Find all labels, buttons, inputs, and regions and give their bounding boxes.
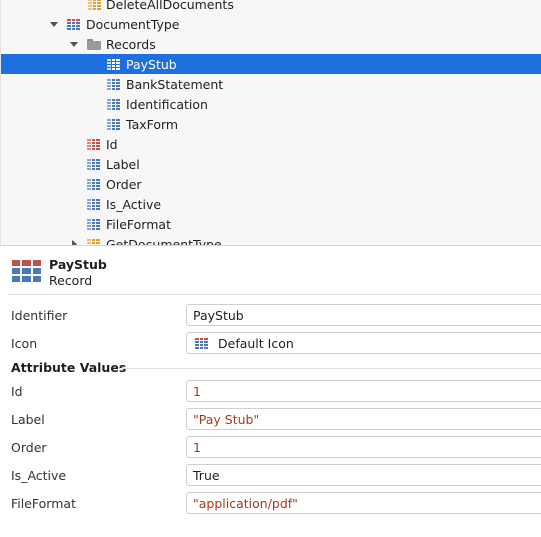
attr-is-active-value: True	[193, 467, 220, 483]
tree-item-identification[interactable]: Identification	[1, 94, 541, 114]
tree-item-label: GetDocumentType	[106, 236, 222, 246]
attr-is-active-field[interactable]: True	[186, 464, 541, 486]
tree-item-id[interactable]: Id	[1, 134, 541, 154]
section-divider	[118, 368, 541, 369]
attribute-icon	[87, 159, 100, 170]
attribute-values-heading: Attribute Values	[11, 360, 127, 375]
attr-label-label: Label	[11, 412, 45, 427]
attr-label-field[interactable]: "Pay Stub"	[186, 408, 541, 430]
tree-item-label-attr[interactable]: Label	[1, 154, 541, 174]
header-divider	[8, 294, 541, 295]
tree-item-label: PayStub	[126, 56, 177, 72]
attr-fileformat-value: "application/pdf"	[193, 495, 298, 511]
attr-label-value: "Pay Stub"	[193, 411, 260, 427]
tree-item-label: BankStatement	[126, 76, 224, 92]
record-icon	[107, 79, 120, 90]
panel-divider[interactable]	[0, 245, 541, 246]
icon-value: Default Icon	[218, 335, 294, 351]
record-icon	[107, 119, 120, 130]
default-icon-icon	[195, 337, 208, 349]
tree-item-deletealldocuments[interactable]: DeleteAllDocuments	[1, 0, 541, 14]
tree-item-label: TaxForm	[126, 116, 179, 132]
record-icon	[107, 99, 120, 110]
tree-item-label: FileFormat	[106, 216, 171, 232]
tree-item-getdocumenttype[interactable]: GetDocumentType	[1, 234, 541, 245]
identifier-field[interactable]: PayStub	[186, 304, 541, 326]
attribute-icon	[87, 179, 100, 190]
attr-order-field[interactable]: 1	[186, 436, 541, 458]
key-attribute-icon	[87, 139, 100, 150]
record-icon	[12, 260, 41, 282]
tree-item-documenttype[interactable]: DocumentType	[1, 14, 541, 34]
chevron-down-icon[interactable]	[49, 19, 59, 29]
tree-item-label: DeleteAllDocuments	[106, 0, 234, 12]
element-title: PayStub	[49, 257, 107, 272]
tree-item-paystub[interactable]: PayStub	[1, 54, 541, 74]
attr-fileformat-field[interactable]: "application/pdf"	[186, 492, 541, 514]
tree-item-label: Order	[106, 176, 142, 192]
tree-item-label: DocumentType	[86, 16, 180, 32]
folder-icon	[87, 39, 101, 50]
attr-id-field[interactable]: 1	[186, 380, 541, 402]
icon-label: Icon	[11, 336, 38, 351]
attribute-icon	[87, 199, 100, 210]
tree-item-label: Identification	[126, 96, 208, 112]
tree-item-label: Label	[106, 156, 140, 172]
module-tree: DeleteAllDocuments DocumentType Records …	[0, 0, 541, 245]
tree-item-fileformat[interactable]: FileFormat	[1, 214, 541, 234]
tree-item-label: Is_Active	[106, 196, 162, 212]
action-icon	[88, 0, 101, 10]
identifier-value: PayStub	[193, 307, 244, 323]
chevron-down-icon[interactable]	[69, 39, 79, 49]
tree-item-bankstatement[interactable]: BankStatement	[1, 74, 541, 94]
tree-item-label: Records	[106, 36, 156, 52]
attr-order-label: Order	[11, 440, 47, 455]
attr-is-active-label: Is_Active	[11, 468, 67, 483]
icon-field[interactable]: Default Icon	[186, 332, 541, 354]
tree-item-label: Id	[106, 136, 118, 152]
identifier-label: Identifier	[11, 308, 68, 323]
attribute-icon	[87, 219, 100, 230]
element-type: Record	[49, 273, 93, 288]
record-icon	[107, 59, 120, 70]
attr-order-value: 1	[193, 439, 201, 455]
tree-item-taxform[interactable]: TaxForm	[1, 114, 541, 134]
tree-item-records[interactable]: Records	[1, 34, 541, 54]
attr-id-label: Id	[11, 384, 23, 399]
tree-item-order[interactable]: Order	[1, 174, 541, 194]
attr-fileformat-label: FileFormat	[11, 496, 76, 511]
entity-icon	[67, 19, 80, 30]
tree-item-is-active[interactable]: Is_Active	[1, 194, 541, 214]
attr-id-value: 1	[193, 383, 201, 399]
